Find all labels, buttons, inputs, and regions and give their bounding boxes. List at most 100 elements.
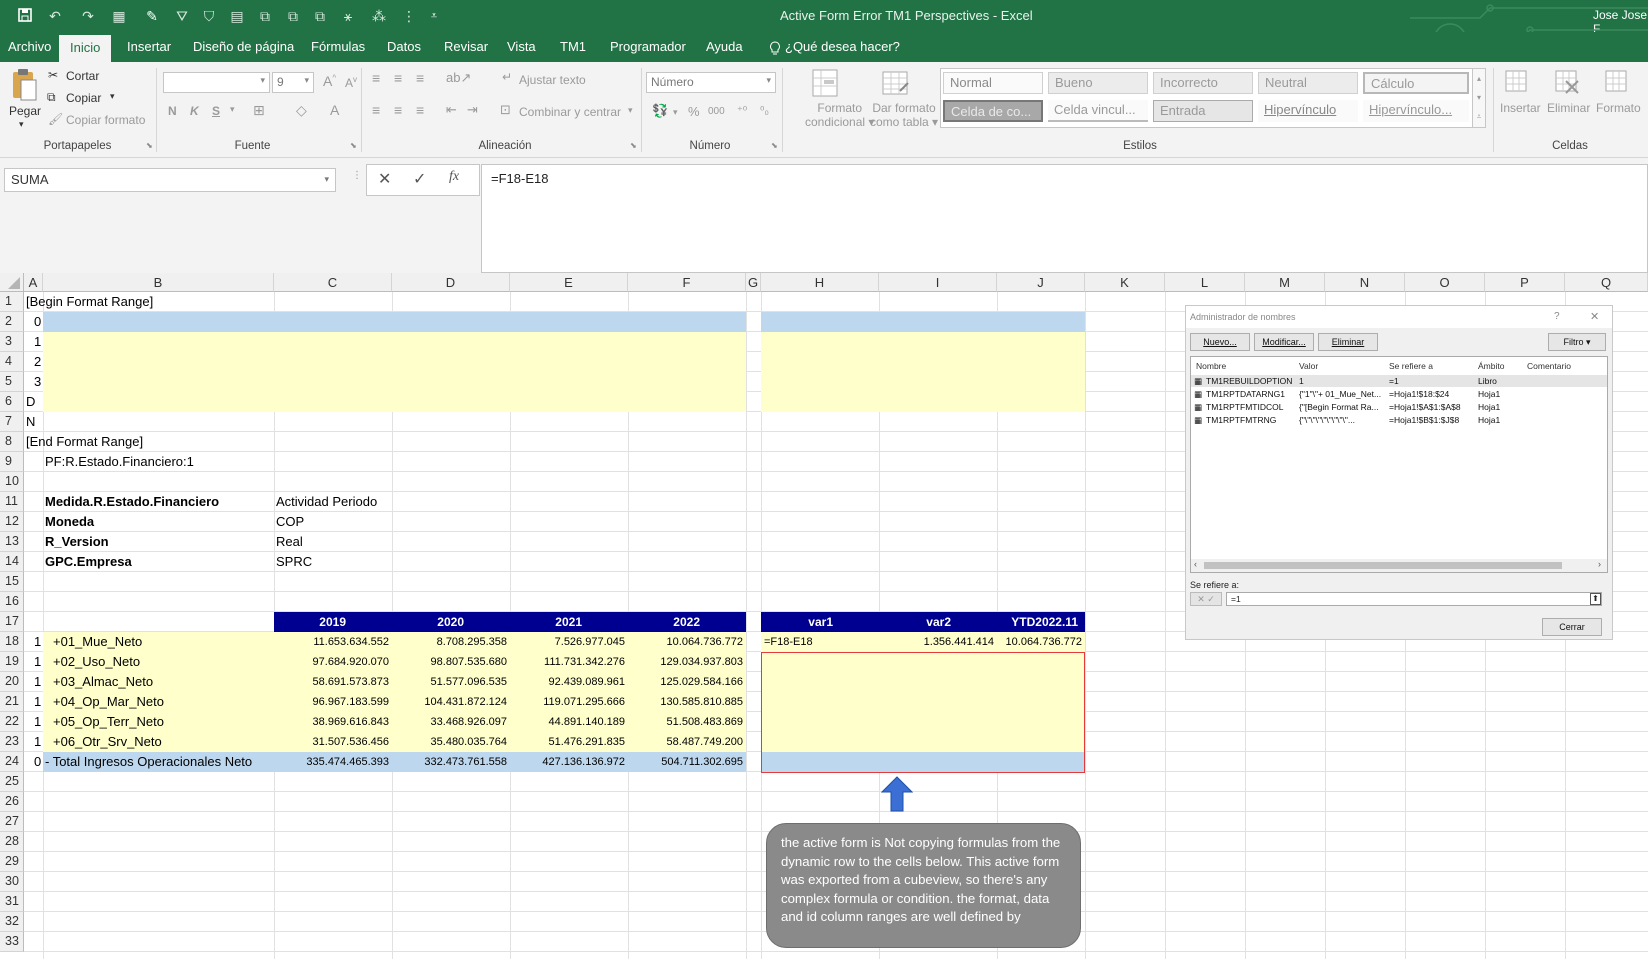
- fill-color-icon[interactable]: ◇: [296, 102, 307, 119]
- param-value[interactable]: COP: [276, 512, 304, 532]
- increase-decimal-icon[interactable]: ⁺⁰: [737, 104, 747, 117]
- tell-me-search[interactable]: ¿Qué desea hacer?: [783, 32, 902, 62]
- close-dialog-button[interactable]: Cerrar: [1542, 618, 1602, 636]
- cut-button[interactable]: Cortar: [66, 69, 99, 83]
- format-painter-icon[interactable]: 🖌: [48, 112, 63, 126]
- delete-cells-button[interactable]: Eliminar: [1547, 101, 1590, 115]
- underline-button[interactable]: S: [212, 104, 220, 118]
- row-id-cell[interactable]: 1: [34, 712, 41, 732]
- wrap-text-icon[interactable]: ↵: [502, 70, 512, 84]
- tab-programador[interactable]: Programador: [608, 32, 688, 62]
- value-cell[interactable]: 51.577.096.535: [392, 672, 507, 692]
- value-cell[interactable]: 11.653.634.552: [274, 632, 389, 652]
- qat-tool-icon[interactable]: ⚹: [339, 7, 357, 25]
- row-header[interactable]: 32: [0, 912, 24, 932]
- align-top-icon[interactable]: ≡: [372, 70, 380, 86]
- row-header[interactable]: 27: [0, 812, 24, 832]
- tab-revisar[interactable]: Revisar: [442, 32, 490, 62]
- borders-button-icon[interactable]: ⊞: [253, 102, 265, 119]
- col-ambito[interactable]: Ámbito: [1478, 361, 1504, 371]
- orientation-icon[interactable]: ab↗: [446, 70, 471, 86]
- scroll-thumb[interactable]: [1204, 562, 1562, 569]
- qat-tool-icon[interactable]: ⧉: [284, 7, 302, 25]
- param-label[interactable]: Medida.R.Estado.Financiero: [45, 492, 219, 512]
- thousands-button[interactable]: 000: [708, 106, 725, 117]
- grow-font-icon[interactable]: A^: [323, 73, 336, 89]
- value-cell[interactable]: 44.891.140.189: [510, 712, 625, 732]
- name-item[interactable]: TM1RPTFMTIDCOL: [1206, 402, 1283, 412]
- name-box-dropdown-icon[interactable]: ▾: [324, 174, 329, 185]
- currency-icon[interactable]: 💱: [652, 103, 668, 119]
- col-valor[interactable]: Valor: [1299, 361, 1318, 371]
- param-value[interactable]: Real: [276, 532, 303, 552]
- row-header[interactable]: 29: [0, 852, 24, 872]
- format-cells-button[interactable]: Formato: [1596, 101, 1641, 115]
- tab-diseno-pagina[interactable]: Diseño de página: [191, 32, 296, 62]
- scroll-left-icon[interactable]: ‹: [1194, 559, 1197, 569]
- style-neutral[interactable]: Neutral: [1258, 72, 1358, 94]
- column-header-n[interactable]: N: [1325, 273, 1405, 292]
- wrap-text-button[interactable]: Ajustar texto: [519, 73, 586, 87]
- refers-to-input[interactable]: =1: [1226, 592, 1602, 606]
- column-header-a[interactable]: A: [24, 273, 43, 292]
- value-cell[interactable]: 1.356.441.414: [879, 632, 994, 652]
- row-label-cell[interactable]: +05_Op_Terr_Neto: [53, 712, 164, 732]
- row-label-cell[interactable]: +06_Otr_Srv_Neto: [53, 732, 162, 752]
- value-cell[interactable]: 92.439.089.961: [510, 672, 625, 692]
- cell-a3[interactable]: 1: [34, 332, 41, 352]
- qat-tool-icon[interactable]: ⧉: [311, 7, 329, 25]
- value-cell[interactable]: 10.064.736.772: [628, 632, 743, 652]
- header-var2[interactable]: var2: [879, 613, 951, 632]
- total-value-cell[interactable]: 427.136.136.972: [510, 752, 625, 772]
- column-header-g[interactable]: G: [746, 273, 761, 292]
- increase-indent-icon[interactable]: ⇥: [467, 102, 478, 118]
- column-header-q[interactable]: Q: [1565, 273, 1648, 292]
- gallery-scroll[interactable]: ▴ ▾ ⩡: [1472, 68, 1486, 128]
- column-header-d[interactable]: D: [392, 273, 510, 292]
- dialog-launcher-icon[interactable]: ⬊: [350, 141, 357, 150]
- value-cell[interactable]: 51.508.483.869: [628, 712, 743, 732]
- value-cell[interactable]: 119.071.295.666: [510, 692, 625, 712]
- row-header[interactable]: 3: [0, 332, 24, 352]
- undo-icon[interactable]: ↶: [46, 7, 64, 25]
- param-label[interactable]: Moneda: [45, 512, 94, 532]
- customize-qat-icon[interactable]: ⩡: [425, 7, 443, 25]
- row-header[interactable]: 24: [0, 752, 24, 772]
- value-cell[interactable]: 8.708.295.358: [392, 632, 507, 652]
- paste-dropdown-icon[interactable]: ▾: [19, 119, 24, 130]
- row-id-cell[interactable]: 1: [34, 732, 41, 752]
- row-header[interactable]: 4: [0, 352, 24, 372]
- value-cell[interactable]: 51.476.291.835: [510, 732, 625, 752]
- value-cell[interactable]: 35.480.035.764: [392, 732, 507, 752]
- italic-button[interactable]: K: [190, 104, 199, 118]
- conditional-format-button[interactable]: Formato condicional ▾: [805, 101, 874, 129]
- bold-button[interactable]: N: [168, 104, 177, 118]
- decrease-indent-icon[interactable]: ⇤: [446, 102, 457, 118]
- align-bottom-icon[interactable]: ≡: [416, 70, 424, 86]
- row-header[interactable]: 17: [0, 612, 24, 632]
- scroll-right-icon[interactable]: ›: [1598, 559, 1601, 569]
- column-header-m[interactable]: M: [1245, 273, 1325, 292]
- value-cell[interactable]: 98.807.535.680: [392, 652, 507, 672]
- style-celda-vinculada[interactable]: Celda vincul...: [1048, 100, 1148, 122]
- font-size-box[interactable]: 9 ▾: [272, 72, 314, 93]
- row-header[interactable]: 7: [0, 412, 24, 432]
- value-cell[interactable]: 10.064.736.772: [997, 632, 1082, 652]
- total-value-cell[interactable]: 335.474.465.393: [274, 752, 389, 772]
- edit-name-button[interactable]: Modificar...: [1254, 333, 1314, 351]
- cell-a8[interactable]: [End Format Range]: [26, 432, 143, 452]
- conditional-format-icon[interactable]: [810, 67, 840, 99]
- row-header[interactable]: 31: [0, 892, 24, 912]
- align-center-icon[interactable]: ≡: [394, 102, 402, 118]
- row-label-cell[interactable]: +01_Mue_Neto: [53, 632, 142, 652]
- header-2022[interactable]: 2022: [628, 613, 700, 632]
- row-header[interactable]: 5: [0, 372, 24, 392]
- row-header[interactable]: 1: [0, 292, 24, 312]
- font-color-icon[interactable]: A: [330, 102, 339, 118]
- tab-vista[interactable]: Vista: [505, 32, 538, 62]
- format-as-table-icon[interactable]: [880, 67, 912, 99]
- value-cell[interactable]: 33.468.926.097: [392, 712, 507, 732]
- column-header-c[interactable]: C: [274, 273, 392, 292]
- header-ytd[interactable]: YTD2022.11: [997, 613, 1078, 632]
- row-header[interactable]: 28: [0, 832, 24, 852]
